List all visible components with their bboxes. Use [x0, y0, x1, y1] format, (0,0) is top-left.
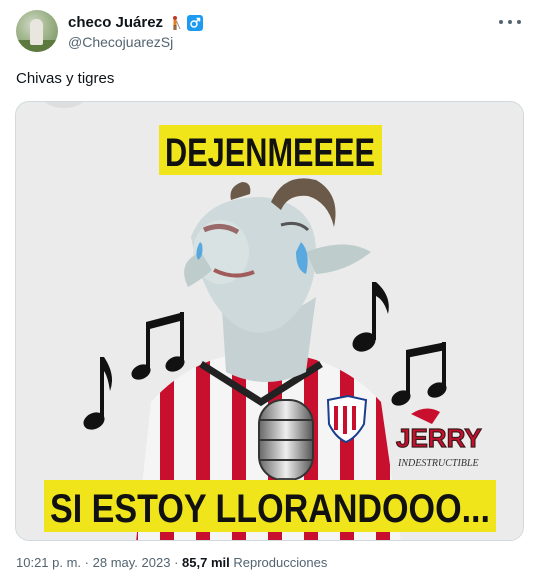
avatar-figure — [30, 19, 43, 45]
display-name[interactable]: checo Juárez — [68, 14, 163, 31]
svg-text:JERRY: JERRY — [396, 423, 482, 453]
bottom-caption-text: SI ESTOY LLORANDOOO... — [50, 487, 490, 531]
views-label: Reproducciones — [233, 555, 328, 570]
name-row: checo Juárez — [68, 14, 204, 31]
views-count[interactable]: 85,7 mil — [182, 555, 230, 570]
tweet-media-image[interactable]: JERRY INDESTRUCTIBLE DEJENMEEEE SI ESTOY… — [15, 101, 524, 541]
avatar[interactable] — [16, 10, 58, 52]
tweet-time[interactable]: 10:21 p. m. — [16, 555, 81, 570]
tweet-text: Chivas y tigres — [16, 70, 115, 87]
top-caption-text: DEJENMEEEE — [165, 131, 375, 175]
tweet-date[interactable]: 28 may. 2023 — [93, 555, 171, 570]
male-sign-icon — [187, 14, 204, 31]
author-handle[interactable]: @ChecojuarezSj — [68, 34, 173, 50]
meta-separator: · — [174, 555, 179, 570]
more-options-icon[interactable] — [499, 14, 521, 30]
meme-image: JERRY INDESTRUCTIBLE DEJENMEEEE SI ESTOY… — [16, 102, 523, 540]
tweet-meta: 10:21 p. m. · 28 may. 2023 · 85,7 mil Re… — [16, 555, 327, 570]
meta-separator: · — [84, 555, 90, 570]
svg-text:INDESTRUCTIBLE: INDESTRUCTIBLE — [397, 458, 479, 469]
golfer-icon — [173, 15, 181, 30]
